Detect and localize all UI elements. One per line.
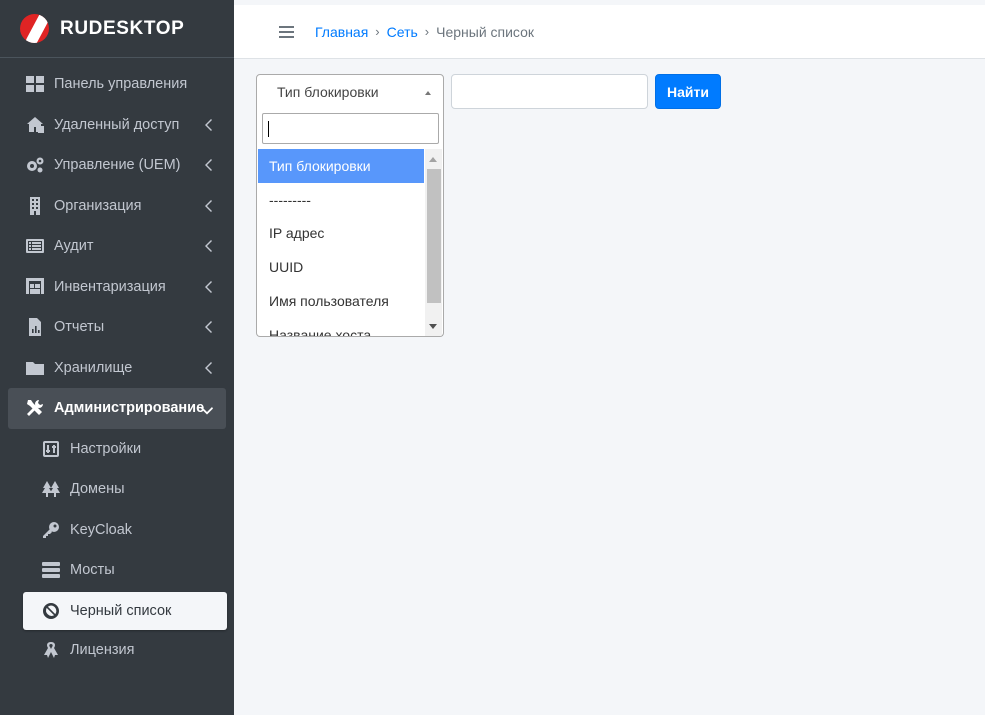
- sidebar-item-label: Настройки: [70, 440, 142, 457]
- header: Главная › Сеть › Черный список: [234, 5, 985, 59]
- sidebar-item-inventory[interactable]: Инвентаризация: [0, 267, 226, 308]
- chevron-left-icon: [204, 320, 212, 334]
- folder-icon: [25, 359, 45, 377]
- sidebar-item-label: Отчеты: [54, 319, 105, 336]
- brand-name: RUDESKTOP: [60, 17, 185, 39]
- sidebar-item-administration[interactable]: Администрирование: [8, 388, 226, 429]
- sidebar-item-domains[interactable]: Домены: [0, 469, 226, 510]
- sidebar-item-dashboard[interactable]: Панель управления: [0, 64, 226, 105]
- breadcrumb-current: Черный список: [436, 23, 535, 40]
- gears-icon: [25, 156, 45, 174]
- dropdown-option[interactable]: Название хоста: [258, 318, 424, 336]
- sidebar-item-label: Панель управления: [54, 76, 188, 93]
- building-icon: [25, 196, 45, 215]
- breadcrumb-network-link[interactable]: Сеть: [387, 24, 418, 40]
- sidebar-item-organization[interactable]: Организация: [0, 186, 226, 227]
- chevron-left-icon: [204, 118, 212, 132]
- sidebar-item-blacklist[interactable]: Черный список: [23, 591, 227, 630]
- breadcrumb: Главная › Сеть › Черный список: [315, 24, 534, 40]
- sidebar-item-bridges[interactable]: Мосты: [0, 550, 226, 591]
- sidebar-item-label: Администрирование: [54, 400, 205, 417]
- text-caret: [268, 121, 269, 137]
- chevron-left-icon: [204, 158, 212, 172]
- block-type-select[interactable]: Тип блокировки: [256, 74, 444, 109]
- brand[interactable]: RUDESKTOP: [0, 0, 234, 58]
- select-arrow-icon: [425, 91, 431, 95]
- trees-icon: [41, 480, 61, 498]
- dashboard-icon: [25, 75, 45, 93]
- key-icon: [41, 521, 61, 539]
- breadcrumb-separator: ›: [424, 24, 430, 39]
- hamburger-menu-icon[interactable]: [279, 25, 294, 38]
- tools-icon: [25, 399, 45, 417]
- dropdown-search-input[interactable]: [262, 113, 439, 144]
- scroll-up-icon[interactable]: [429, 157, 437, 162]
- dropdown-option[interactable]: Имя пользователя: [258, 284, 424, 318]
- sidebar-item-label: Черный список: [70, 602, 172, 619]
- find-button[interactable]: Найти: [655, 74, 721, 109]
- brand-logo-icon: [20, 14, 49, 43]
- dropdown-option[interactable]: Тип блокировки: [258, 149, 424, 183]
- ribbon-icon: [41, 641, 61, 659]
- sidebar-item-label: Лицензия: [70, 641, 135, 658]
- search-input[interactable]: [451, 74, 648, 109]
- sidebar-item-label: KeyCloak: [70, 521, 133, 538]
- dropdown-option[interactable]: UUID: [258, 250, 424, 284]
- breadcrumb-separator: ›: [375, 24, 380, 39]
- scroll-down-icon[interactable]: [429, 324, 437, 329]
- chevron-down-icon: [201, 403, 213, 415]
- sidebar-item-label: Хранилище: [54, 359, 133, 376]
- server-icon: [41, 561, 61, 579]
- sidebar-item-storage[interactable]: Хранилище: [0, 348, 226, 389]
- dropdown-options: Тип блокировки --------- IP адрес UUID И…: [258, 149, 424, 336]
- chevron-left-icon: [204, 199, 212, 213]
- sidebar-item-audit[interactable]: Аудит: [0, 226, 226, 267]
- chevron-left-icon: [204, 361, 212, 375]
- sidebar-item-label: Аудит: [54, 238, 94, 255]
- sidebar-item-keycloak[interactable]: KeyCloak: [0, 510, 226, 551]
- remote-access-icon: [25, 116, 45, 134]
- sidebar-nav: Панель управления Удаленный доступ Управ…: [0, 58, 234, 429]
- block-type-dropdown: Тип блокировки --------- IP адрес UUID И…: [256, 108, 444, 337]
- block-type-select-value: Тип блокировки: [277, 83, 379, 100]
- dropdown-option[interactable]: IP адрес: [258, 217, 424, 251]
- sidebar-item-reports[interactable]: Отчеты: [0, 307, 226, 348]
- chevron-left-icon: [204, 280, 212, 294]
- report-icon: [25, 318, 45, 337]
- sidebar-item-remote-access[interactable]: Удаленный доступ: [0, 105, 226, 146]
- warehouse-icon: [25, 277, 45, 296]
- sidebar-subnav: Настройки Домены KeyCloak Мосты Черный с…: [0, 429, 234, 671]
- dropdown-option[interactable]: ---------: [258, 183, 424, 217]
- ban-icon: [41, 602, 61, 620]
- sidebar-item-license[interactable]: Лицензия: [0, 630, 226, 671]
- sidebar-item-label: Удаленный доступ: [54, 116, 180, 133]
- sidebar-item-settings[interactable]: Настройки: [0, 429, 226, 470]
- sidebar-item-label: Домены: [70, 481, 125, 498]
- dropdown-scrollbar[interactable]: [425, 149, 442, 336]
- sidebar-item-uem[interactable]: Управление (UEM): [0, 145, 226, 186]
- breadcrumb-home-link[interactable]: Главная: [315, 24, 368, 40]
- chevron-left-icon: [204, 239, 212, 253]
- sidebar: RUDESKTOP Панель управления Удаленный до…: [0, 0, 234, 715]
- sidebar-item-label: Управление (UEM): [54, 157, 181, 174]
- sidebar-item-label: Мосты: [70, 562, 115, 579]
- list-icon: [25, 237, 45, 255]
- sidebar-item-label: Инвентаризация: [54, 278, 166, 295]
- scrollbar-thumb[interactable]: [427, 169, 441, 303]
- sidebar-item-label: Организация: [54, 197, 142, 214]
- settings-icon: [41, 440, 61, 458]
